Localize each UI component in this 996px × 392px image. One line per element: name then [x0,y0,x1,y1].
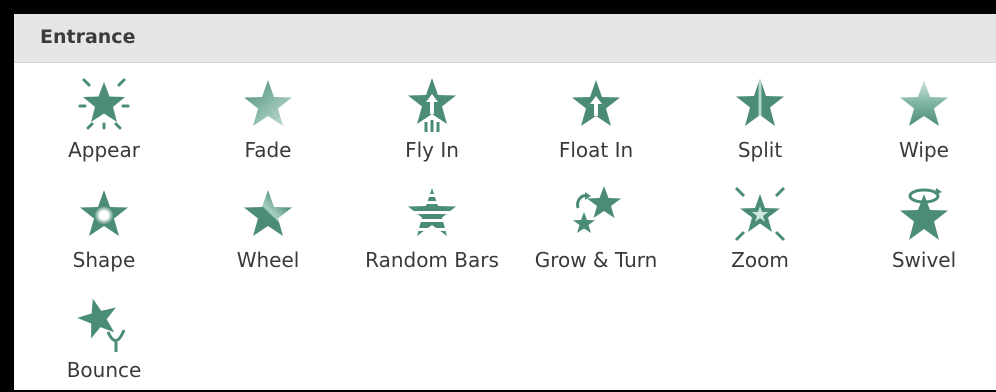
effect-label: Swivel [891,248,957,272]
effect-label: Random Bars [365,248,499,272]
appear-star-icon [78,78,130,130]
split-star-icon [736,78,784,126]
effect-label: Fly In [405,138,459,162]
effect-label: Bounce [66,358,142,382]
effect-bounce[interactable]: Bounce [20,288,188,390]
gallery-header: Entrance [14,14,996,63]
effect-label: Float In [558,138,634,162]
float-in-star-icon [572,80,620,126]
effect-zoom[interactable]: Zoom [676,178,844,288]
shape-star-icon [80,190,128,236]
random-bars-star-icon [408,188,456,236]
effect-label: Shape [72,248,136,272]
effect-label: Split [737,138,783,162]
effect-split[interactable]: Split [676,68,844,178]
effect-fade[interactable]: Fade [184,68,352,178]
effect-label: Grow & Turn [534,248,658,272]
grow-turn-star-icon [573,186,621,233]
effect-label: Zoom [731,248,789,272]
effect-appear[interactable]: Appear [20,68,188,178]
effect-label: Wheel [236,248,300,272]
fade-star-icon [244,80,292,126]
effect-wheel[interactable]: Wheel [184,178,352,288]
bounce-star-icon [77,298,126,352]
wheel-star-icon [244,190,292,236]
effect-shape[interactable]: Shape [20,178,188,288]
effect-label: Wipe [899,138,949,162]
effect-fly-in[interactable]: Fly In [348,68,516,178]
entrance-animation-gallery: Entrance Appear Fade Fly In Float In Spl… [14,14,996,390]
effect-grow-turn[interactable]: Grow & Turn [512,178,680,288]
gallery-section-title: Entrance [40,26,136,48]
effect-label: Fade [244,138,292,162]
swivel-star-icon [900,188,948,240]
effect-float-in[interactable]: Float In [512,68,680,178]
zoom-star-icon [734,186,786,242]
effect-swivel[interactable]: Swivel [840,178,996,288]
fly-in-star-icon [408,78,456,132]
effect-wipe[interactable]: Wipe [840,68,996,178]
wipe-star-icon [900,80,948,126]
effect-label: Appear [68,138,140,162]
effect-random-bars[interactable]: Random Bars [348,178,516,288]
